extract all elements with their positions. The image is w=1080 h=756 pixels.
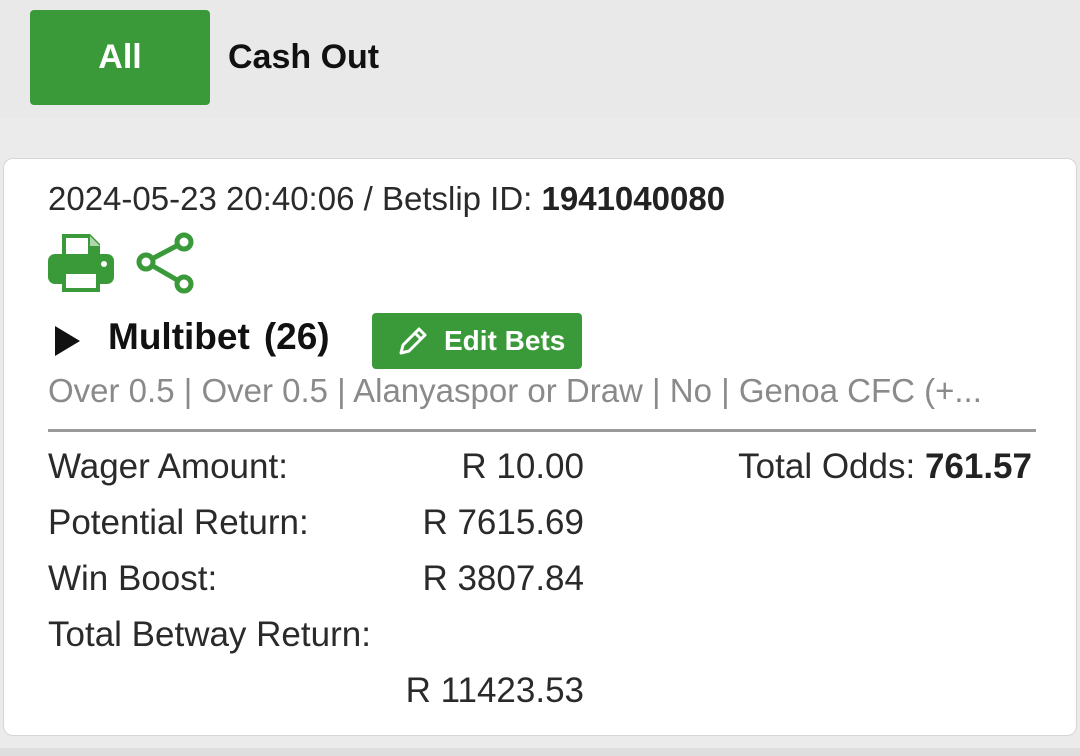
next-card-edge [0, 748, 1080, 756]
win-boost-value: R 3807.84 [422, 559, 584, 598]
wager-amount-value: R 10.00 [461, 447, 584, 486]
potential-return-label: Potential Return: [48, 503, 309, 542]
tab-all-label: All [98, 38, 142, 76]
betslip-id-prefix: Betslip ID: [381, 180, 542, 217]
bet-meta: 2024-05-23 20:40:06 / Betslip ID: 194104… [48, 180, 725, 218]
tab-cash-out[interactable]: Cash Out [228, 10, 379, 105]
bet-selection-count: (26) [263, 316, 330, 357]
total-odds-label: Total Odds: [738, 447, 925, 486]
share-icon[interactable] [136, 230, 196, 294]
total-return-label: Total Betway Return: [48, 615, 371, 654]
pencil-icon [399, 327, 427, 355]
tab-all[interactable]: All [30, 10, 210, 105]
divider [48, 429, 1036, 432]
edit-bets-button[interactable]: Edit Bets [372, 313, 582, 369]
bet-type-heading: Multibet (26) [108, 316, 330, 358]
betslip-id: 1941040080 [541, 180, 726, 217]
win-boost-label: Win Boost: [48, 559, 218, 598]
meta-separator: / [354, 180, 382, 217]
total-odds-value: 761.57 [924, 447, 1032, 486]
bet-filter-tabs: All Cash Out [0, 0, 1080, 118]
play-triangle-icon[interactable] [52, 324, 82, 358]
bet-datetime: 2024-05-23 20:40:06 [48, 180, 355, 217]
potential-return-value: R 7615.69 [422, 503, 584, 542]
wager-amount-label: Wager Amount: [48, 447, 288, 486]
tab-cash-out-label: Cash Out [228, 38, 380, 76]
print-icon[interactable] [46, 230, 116, 294]
total-odds: Total Odds: 761.57 [738, 447, 1032, 487]
bet-selections-summary: Over 0.5 | Over 0.5 | Alanyaspor or Draw… [48, 372, 982, 409]
total-return-value: R 11423.53 [405, 671, 584, 710]
edit-bets-label: Edit Bets [444, 325, 566, 356]
bet-type-label: Multibet [108, 316, 250, 357]
